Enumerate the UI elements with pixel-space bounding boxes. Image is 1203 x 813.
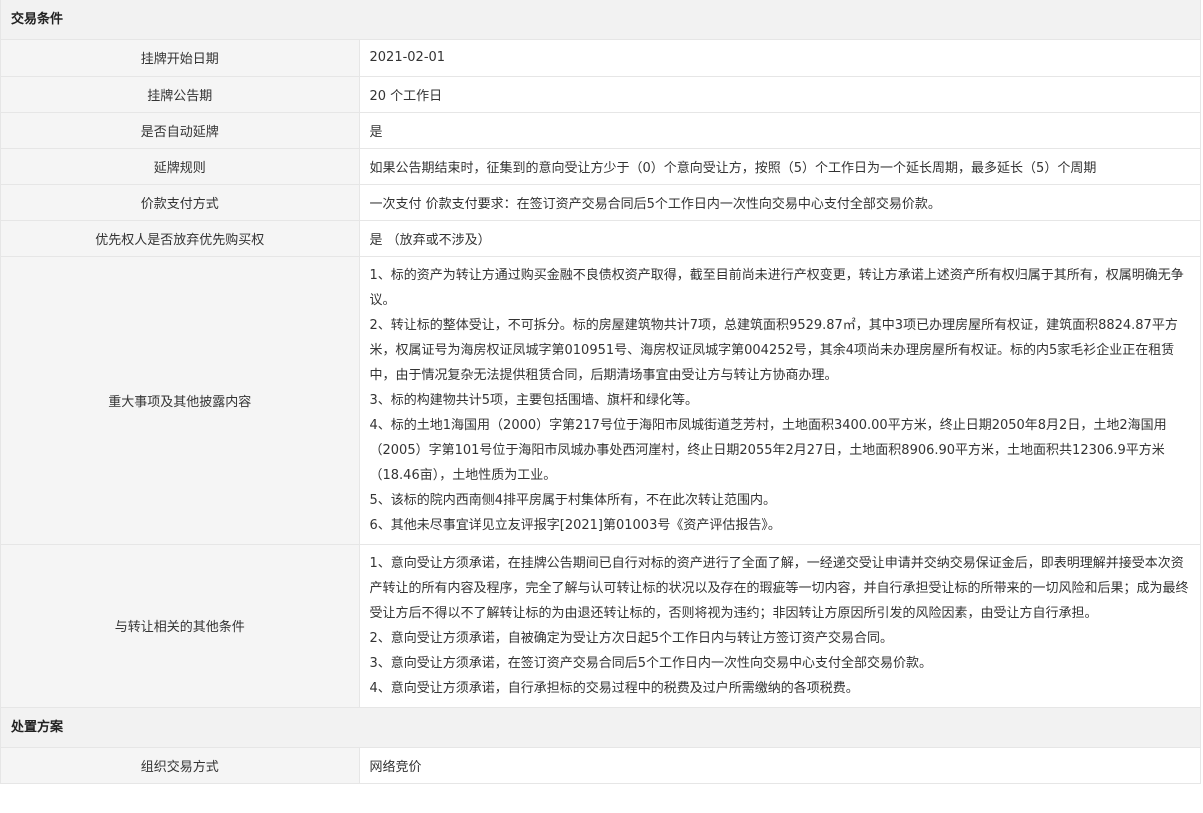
preemption-label: 优先权人是否放弃优先购买权 — [1, 220, 360, 257]
trade-conditions-table: 挂牌开始日期 2021-02-01 挂牌公告期 20 个工作日 是否自动延牌 是… — [1, 40, 1200, 708]
auto-extend-label: 是否自动延牌 — [1, 112, 360, 149]
other-conditions-value: 1、意向受让方须承诺，在挂牌公告期间已自行对标的资产进行了全面了解，一经递交受让… — [359, 544, 1200, 708]
disclosure-paragraph: 2、转让标的整体受让，不可拆分。标的房屋建筑物共计7项，总建筑面积9529.87… — [369, 317, 1178, 383]
payment-method-value: 一次支付 价款支付要求：在签订资产交易合同后5个工作日内一次性向交易中心支付全部… — [359, 184, 1200, 221]
disclosure-paragraph: 3、标的构建物共计5项，主要包括围墙、旗杆和绿化等。 — [369, 392, 699, 408]
payment-method-label: 价款支付方式 — [1, 184, 360, 221]
extend-rule-label: 延牌规则 — [1, 148, 360, 185]
table-row: 是否自动延牌 是 — [1, 112, 1200, 149]
listing-start-date-value: 2021-02-01 — [359, 40, 1200, 77]
disclosure-label: 重大事项及其他披露内容 — [1, 256, 360, 545]
disclosure-paragraph: 6、其他未尽事宜详见立友评报字[2021]第01003号《资产评估报告》。 — [369, 517, 781, 533]
other-conditions-paragraph: 4、意向受让方须承诺，自行承担标的交易过程中的税费及过户所需缴纳的各项税费。 — [369, 680, 859, 696]
table-row: 挂牌开始日期 2021-02-01 — [1, 40, 1200, 77]
table-row: 优先权人是否放弃优先购买权 是 （放弃或不涉及） — [1, 220, 1200, 257]
section-header-trade-conditions: 交易条件 — [1, 0, 1200, 40]
disposal-plan-table: 组织交易方式 网络竞价 — [1, 747, 1200, 784]
disclosure-paragraph: 4、标的土地1海国用（2000）字第217号位于海阳市凤城街道芝芳村，土地面积3… — [369, 417, 1167, 483]
auto-extend-value: 是 — [359, 112, 1200, 149]
table-row: 价款支付方式 一次支付 价款支付要求：在签订资产交易合同后5个工作日内一次性向交… — [1, 184, 1200, 221]
other-conditions-paragraph: 2、意向受让方须承诺，自被确定为受让方次日起5个工作日内与转让方签订资产交易合同… — [369, 630, 894, 646]
trade-method-value: 网络竞价 — [359, 747, 1200, 784]
table-row: 延牌规则 如果公告期结束时，征集到的意向受让方少于（0）个意向受让方，按照（5）… — [1, 148, 1200, 185]
preemption-value: 是 （放弃或不涉及） — [359, 220, 1200, 257]
other-conditions-paragraph: 3、意向受让方须承诺，在签订资产交易合同后5个工作日内一次性向交易中心支付全部交… — [369, 655, 933, 671]
other-conditions-label: 与转让相关的其他条件 — [1, 544, 360, 708]
listing-start-date-label: 挂牌开始日期 — [1, 40, 360, 77]
section-header-disposal-plan: 处置方案 — [1, 707, 1200, 748]
table-row: 重大事项及其他披露内容 1、标的资产为转让方通过购买金融不良债权资产取得，截至目… — [1, 256, 1200, 545]
transaction-detail-sheet: 交易条件 挂牌开始日期 2021-02-01 挂牌公告期 20 个工作日 是否自… — [0, 0, 1201, 784]
listing-period-label: 挂牌公告期 — [1, 76, 360, 113]
disclosure-paragraph: 5、该标的院内西南侧4排平房属于村集体所有，不在此次转让范围内。 — [369, 492, 777, 508]
extend-rule-value: 如果公告期结束时，征集到的意向受让方少于（0）个意向受让方，按照（5）个工作日为… — [359, 148, 1200, 185]
listing-period-value: 20 个工作日 — [359, 76, 1200, 113]
other-conditions-paragraph: 1、意向受让方须承诺，在挂牌公告期间已自行对标的资产进行了全面了解，一经递交受让… — [369, 555, 1189, 621]
trade-method-label: 组织交易方式 — [1, 747, 360, 784]
table-row: 挂牌公告期 20 个工作日 — [1, 76, 1200, 113]
disclosure-value: 1、标的资产为转让方通过购买金融不良债权资产取得，截至目前尚未进行产权变更，转让… — [359, 256, 1200, 545]
table-row: 与转让相关的其他条件 1、意向受让方须承诺，在挂牌公告期间已自行对标的资产进行了… — [1, 544, 1200, 708]
table-row: 组织交易方式 网络竞价 — [1, 747, 1200, 784]
disclosure-paragraph: 1、标的资产为转让方通过购买金融不良债权资产取得，截至目前尚未进行产权变更，转让… — [369, 267, 1184, 308]
